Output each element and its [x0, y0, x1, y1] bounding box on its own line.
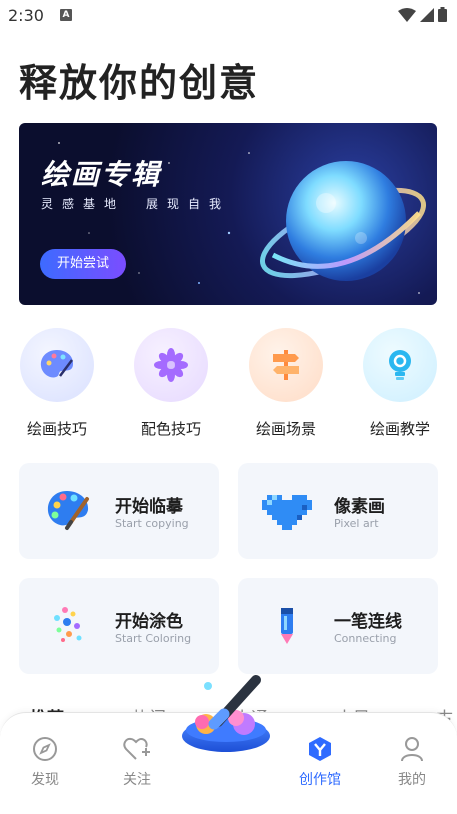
status-icons — [398, 7, 447, 22]
category-label: 配色技巧 — [140, 420, 201, 438]
studio-icon — [290, 735, 350, 763]
pen-line-icon — [281, 608, 293, 644]
nav-label: 我的 — [398, 772, 426, 788]
nav-label: 发现 — [31, 772, 59, 788]
battery-icon — [438, 7, 447, 22]
heart-plus-icon — [107, 735, 167, 763]
status-bar: 2:30 A — [0, 0, 457, 32]
flower-icon — [134, 328, 208, 402]
nav-discover[interactable]: 发现 — [15, 735, 75, 789]
palette-brush-icon — [47, 491, 89, 530]
category-drawing-teaching[interactable]: 绘画教学 — [350, 328, 450, 439]
category-label: 绘画教学 — [369, 420, 430, 438]
signpost-icon — [249, 328, 323, 402]
lightbulb-icon — [363, 328, 437, 402]
category-label: 绘画场景 — [255, 420, 316, 438]
pixel-heart-icon — [262, 495, 312, 530]
card-subtitle: Connecting — [334, 632, 397, 645]
nav-follow[interactable]: 关注 — [107, 735, 167, 789]
card-title: 开始涂色 — [115, 612, 183, 632]
palette-icon — [20, 328, 94, 402]
banner-subtitle: 灵感基地 展现自我 — [41, 197, 231, 211]
category-row: 绘画技巧 配色技巧 绘画场景 绘画教学 — [0, 328, 457, 440]
card-title: 一笔连线 — [334, 612, 402, 632]
card-subtitle: Start Coloring — [115, 632, 192, 645]
card-start-coloring[interactable]: 开始涂色 Start Coloring — [19, 578, 219, 674]
planet-illustration — [259, 161, 427, 281]
create-paint-button[interactable] — [178, 666, 278, 761]
card-subtitle: Start copying — [115, 517, 189, 530]
card-pixel-art[interactable]: 像素画 Pixel art — [238, 463, 438, 559]
signal-icon — [420, 7, 434, 22]
category-drawing-skills[interactable]: 绘画技巧 — [7, 328, 107, 439]
notification-icon: A — [60, 9, 72, 21]
nav-studio[interactable]: 创作馆 — [290, 735, 350, 789]
compass-icon — [15, 735, 75, 763]
nav-label: 创作馆 — [299, 772, 341, 788]
card-subtitle: Pixel art — [334, 517, 379, 530]
banner-card[interactable]: 绘画专辑 灵感基地 展现自我 开始尝试 — [19, 123, 437, 305]
nav-label: 关注 — [123, 772, 151, 788]
category-color-skills[interactable]: 配色技巧 — [121, 328, 221, 439]
page-title: 释放你的创意 — [19, 61, 260, 105]
status-time: 2:30 — [8, 6, 44, 25]
card-start-copying[interactable]: 开始临摹 Start copying — [19, 463, 219, 559]
wifi-icon — [398, 7, 416, 22]
color-dots-icon — [54, 607, 82, 642]
card-title: 像素画 — [334, 497, 385, 517]
card-connecting[interactable]: 一笔连线 Connecting — [238, 578, 438, 674]
start-trial-button[interactable]: 开始尝试 — [40, 249, 126, 279]
category-drawing-scenes[interactable]: 绘画场景 — [236, 328, 336, 439]
user-icon — [382, 735, 442, 763]
card-title: 开始临摹 — [115, 497, 183, 517]
nav-profile[interactable]: 我的 — [382, 735, 442, 789]
category-label: 绘画技巧 — [26, 420, 87, 438]
banner-title: 绘画专辑 — [41, 158, 162, 191]
